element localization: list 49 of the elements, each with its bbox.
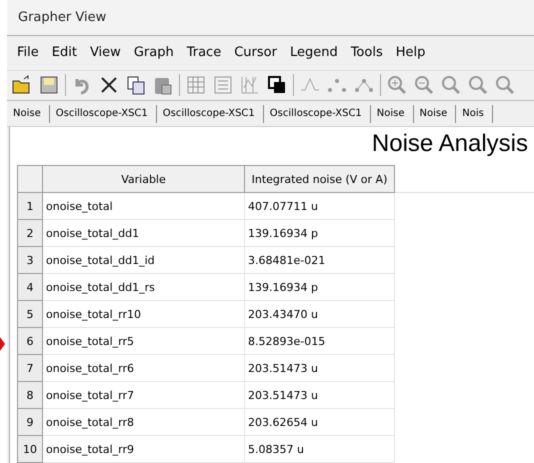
table-cell: 3.68481e-021	[244, 246, 394, 274]
row-header[interactable]: 9	[18, 408, 42, 436]
row-header[interactable]: 1	[18, 192, 42, 220]
table-cell: onoise_total	[42, 192, 244, 220]
table-cell: 8.52893e-015	[244, 328, 394, 354]
table-cell: 139.16934 p	[244, 274, 394, 300]
tab[interactable]: Oscilloscope-XSC1	[50, 104, 157, 123]
column-header[interactable]: Variable	[42, 166, 244, 192]
menu-item[interactable]: Edit	[52, 45, 84, 60]
menu-item[interactable]: Help	[396, 45, 432, 60]
table-cell: onoise_total_dd1_rs	[42, 274, 244, 300]
table-cell: onoise_total_dd1	[42, 220, 244, 246]
row-header[interactable]: 4	[18, 274, 42, 300]
table-cell: 139.16934 p	[244, 220, 394, 246]
table-cell: onoise_total_rr6	[42, 354, 244, 382]
row-header[interactable]: 2	[18, 220, 42, 246]
table-cell: 203.62654 u	[244, 408, 394, 436]
tab[interactable]: Noise	[7, 104, 50, 123]
row-header[interactable]: 5	[18, 300, 42, 328]
table-cell: 203.51473 u	[244, 354, 394, 382]
row-header[interactable]: 10	[18, 436, 42, 462]
table-cell: onoise_total_rr9	[42, 436, 244, 462]
tab[interactable]: Oscilloscope-XSC1	[156, 104, 264, 123]
table-cell: 5.08357 u	[244, 436, 394, 462]
menu-item[interactable]: Legend	[290, 45, 345, 60]
menu-item[interactable]: View	[90, 45, 128, 60]
tab[interactable]: Nois	[456, 104, 493, 123]
menu-item[interactable]: Tools	[350, 45, 390, 60]
tab[interactable]: Noise	[370, 104, 414, 123]
row-header[interactable]: 6	[18, 328, 42, 354]
row-header[interactable]: 7	[18, 354, 42, 382]
table-cell: onoise_total_rr8	[42, 408, 244, 436]
table-cell: 203.51473 u	[244, 382, 394, 408]
tab[interactable]: Noise	[414, 104, 456, 123]
table-cell: 407.07711 u	[244, 192, 394, 220]
table-cell: onoise_total_rr5	[42, 328, 244, 354]
tab[interactable]: Oscilloscope-XSC1	[264, 104, 371, 123]
analysis-title: Noise Analysis	[370, 129, 529, 159]
table-cell: onoise_total_dd1_id	[42, 246, 244, 274]
table-cell: onoise_total_rr10	[42, 300, 244, 328]
menu-item[interactable]: Cursor	[234, 45, 284, 60]
row-header[interactable]: 8	[18, 382, 42, 408]
menu-item[interactable]: File	[17, 45, 46, 60]
table-cell: onoise_total_rr7	[42, 382, 244, 408]
table-cell: 203.43470 u	[244, 300, 394, 328]
menu-item[interactable]: Trace	[186, 45, 228, 60]
menu-item[interactable]: Graph	[134, 45, 181, 60]
column-header[interactable]: Integrated noise (V or A)	[244, 166, 394, 192]
row-header[interactable]: 3	[18, 246, 42, 274]
